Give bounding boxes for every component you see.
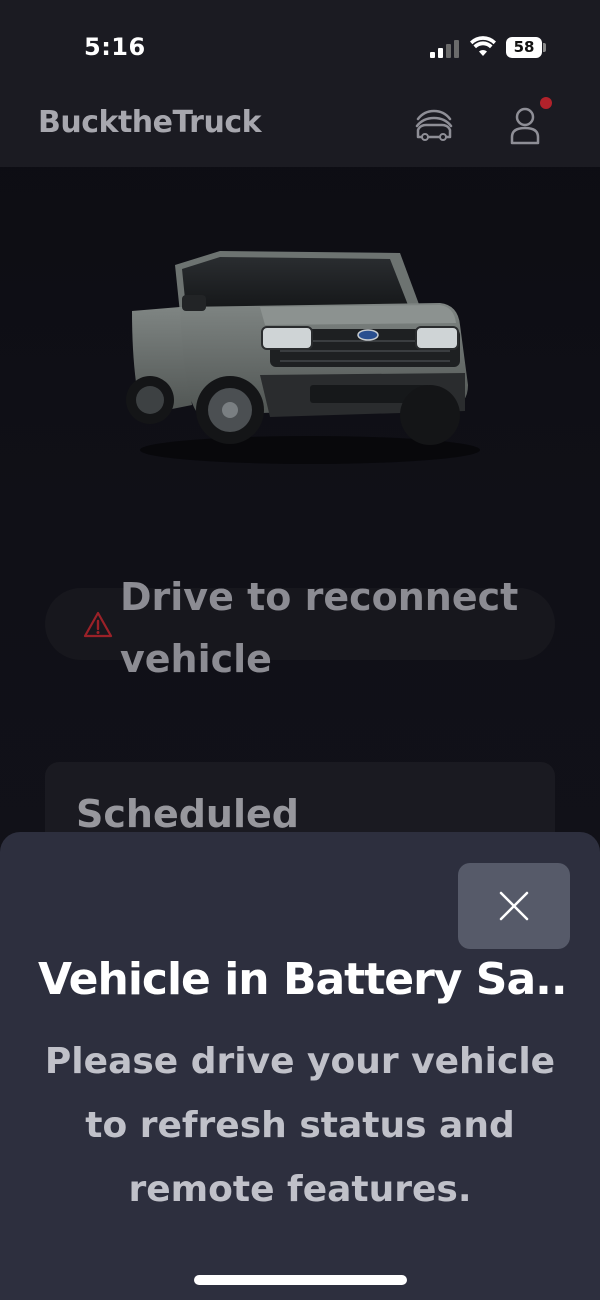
status-time: 5:16 [84,33,146,61]
battery-saver-sheet: Vehicle in Battery Sa... Please drive yo… [0,832,600,1300]
sheet-message: Please drive your vehicle to refresh sta… [44,1041,556,1210]
battery-cap [543,43,546,52]
garage-button[interactable] [412,105,456,145]
app-screen: 5:16 58 BucktheTruck Drive to reconnect … [0,0,600,1300]
home-indicator[interactable] [194,1275,407,1285]
app-header: BucktheTruck [0,95,600,167]
alert-message: Drive to reconnect vehicle [120,575,519,681]
profile-button[interactable] [504,97,556,149]
pickup-truck-image [126,251,480,464]
close-icon [499,891,529,921]
wifi-icon [470,36,496,56]
notification-dot [540,97,552,109]
cellular-signal-icon [430,38,462,58]
brand-title: BucktheTruck [38,105,262,140]
battery-indicator: 58 [506,37,542,58]
car-garage-icon [415,109,453,141]
status-bar: 5:16 58 [0,0,600,95]
scheduled-title: Scheduled [76,792,299,836]
sheet-title: Vehicle in Battery Sa... [38,954,568,1005]
close-button[interactable] [458,863,570,949]
warning-triangle-icon [83,611,113,638]
